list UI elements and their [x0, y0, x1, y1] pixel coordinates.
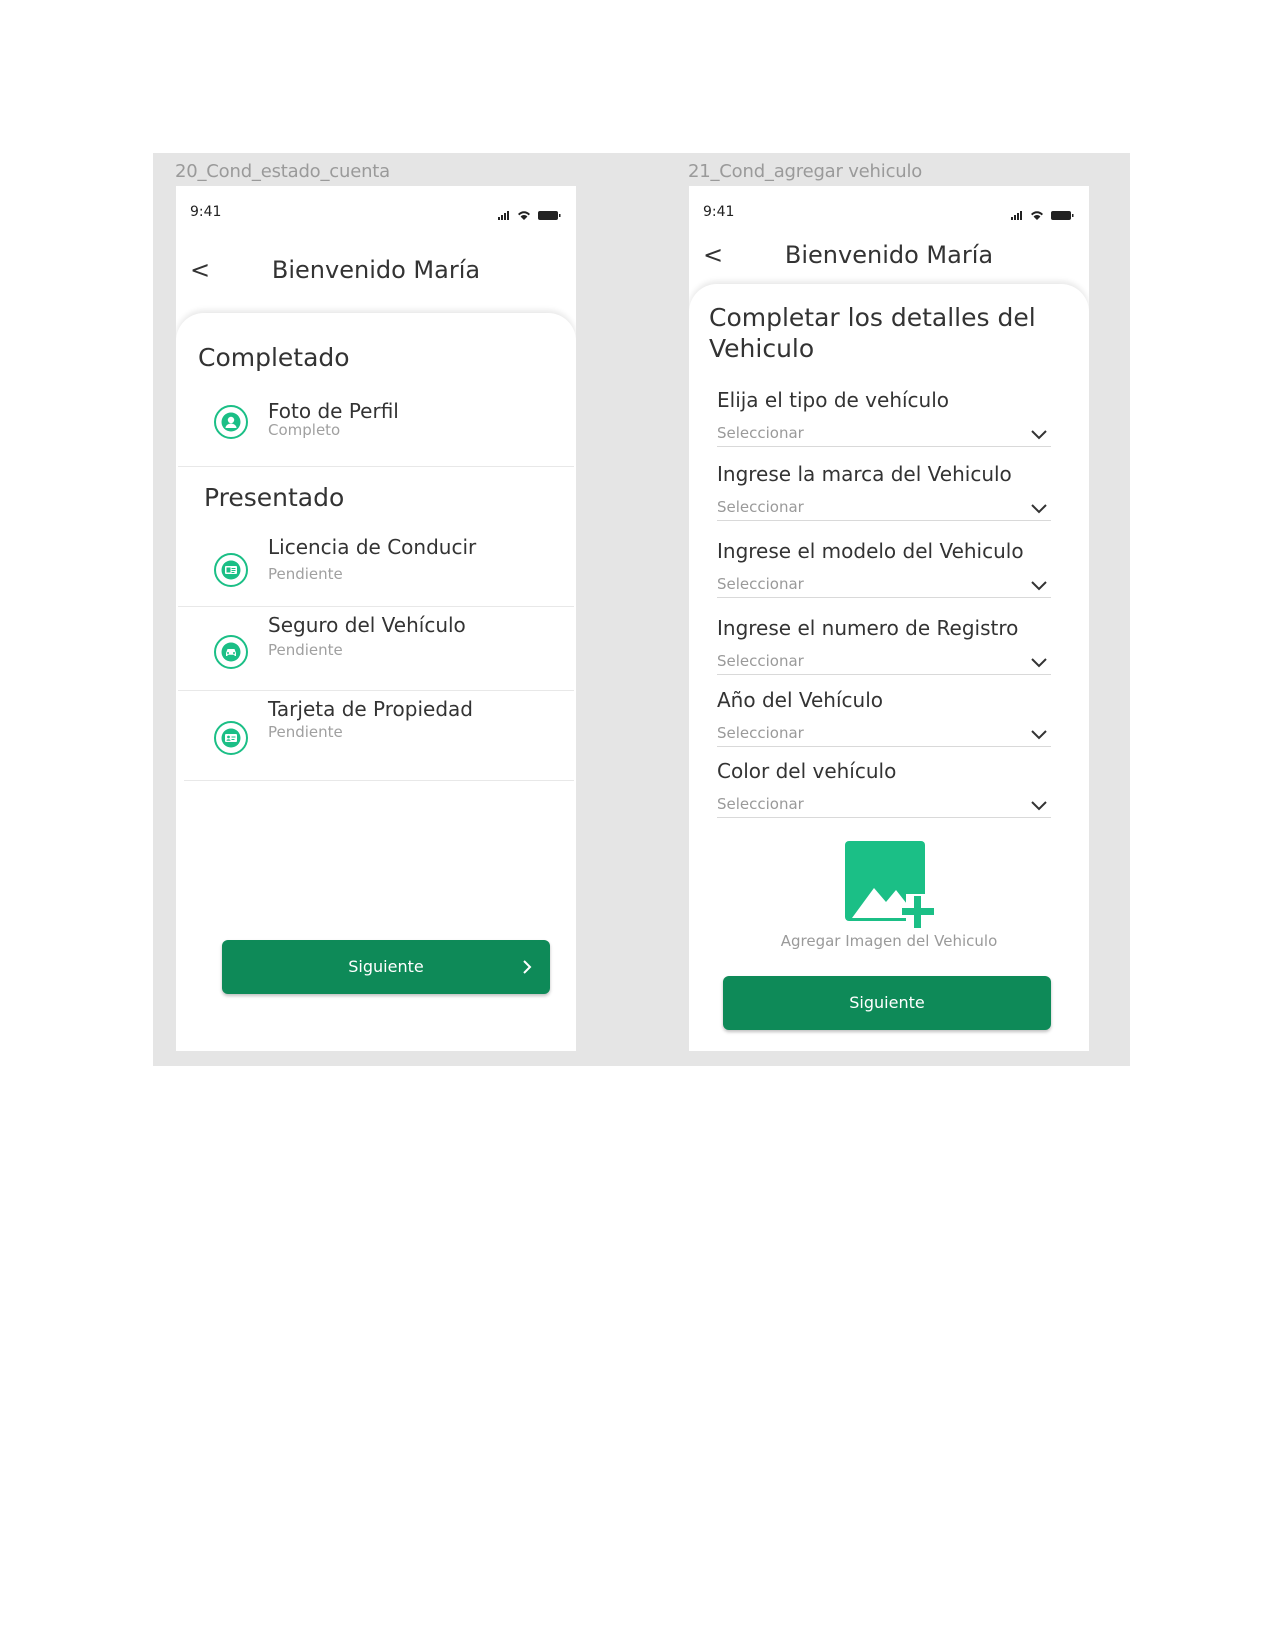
- registration-number-select[interactable]: Ingrese el numero de Registro Selecciona…: [717, 616, 1051, 682]
- field-label: Ingrese la marca del Vehiculo: [717, 462, 1012, 486]
- phone-estado-cuenta: 9:41 < Bienvenido María Completado Foto …: [176, 186, 576, 1051]
- frame-label-estado-cuenta: 20_Cond_estado_cuenta: [175, 161, 390, 182]
- design-canvas: 20_Cond_estado_cuenta 9:41 < Bienvenido …: [153, 153, 1130, 1066]
- next-button[interactable]: Siguiente: [222, 940, 550, 994]
- section-title-presentado: Presentado: [204, 483, 345, 512]
- field-value: Seleccionar: [717, 652, 804, 670]
- section-title-completado: Completado: [198, 343, 350, 372]
- app-header: < Bienvenido María: [689, 241, 1089, 275]
- vehicle-color-select[interactable]: Color del vehículo Seleccionar: [717, 759, 1051, 825]
- next-button-label: Siguiente: [849, 993, 925, 1012]
- sheet-title: Completar los detalles del Vehiculo: [709, 303, 1036, 363]
- doc-row-tarjeta-propiedad[interactable]: Tarjeta de Propiedad Pendiente: [176, 691, 576, 781]
- add-vehicle-image[interactable]: Agregar Imagen del Vehiculo: [689, 840, 1089, 950]
- chevron-right-icon: [523, 960, 532, 974]
- document-status-sheet: Completado Foto de Perfil Completo Prese…: [176, 313, 576, 1051]
- field-underline: [717, 817, 1051, 818]
- field-label: Ingrese el numero de Registro: [717, 616, 1019, 640]
- field-value: Seleccionar: [717, 575, 804, 593]
- page-title: Bienvenido María: [784, 241, 994, 269]
- chevron-down-icon: [1031, 581, 1047, 591]
- doc-status: Pendiente: [268, 723, 343, 741]
- vehicle-model-select[interactable]: Ingrese el modelo del Vehiculo Seleccion…: [717, 539, 1051, 605]
- vehicle-details-sheet: Completar los detalles del Vehiculo Elij…: [689, 284, 1089, 1051]
- next-button-label: Siguiente: [348, 957, 424, 976]
- user-icon: [214, 405, 248, 439]
- next-button[interactable]: Siguiente: [723, 976, 1051, 1030]
- field-underline: [717, 446, 1051, 447]
- signal-wifi-battery-icon: [1011, 211, 1074, 220]
- car-icon: [214, 635, 248, 669]
- doc-title: Seguro del Vehículo: [268, 613, 466, 637]
- field-value: Seleccionar: [717, 795, 804, 813]
- field-label: Elija el tipo de vehículo: [717, 388, 950, 412]
- chevron-down-icon: [1031, 801, 1047, 811]
- doc-status: Pendiente: [268, 565, 343, 583]
- status-time: 9:41: [703, 204, 735, 220]
- doc-title: Foto de Perfil: [268, 399, 399, 423]
- field-value: Seleccionar: [717, 724, 804, 742]
- status-icons: [1009, 206, 1075, 225]
- doc-title: Licencia de Conducir: [268, 535, 477, 559]
- frame-label-agregar-vehiculo: 21_Cond_agregar vehiculo: [688, 161, 923, 182]
- add-image-icon: [845, 841, 934, 928]
- vehicle-year-select[interactable]: Año del Vehículo Seleccionar: [717, 688, 1051, 754]
- field-value: Seleccionar: [717, 498, 804, 516]
- doc-row-seguro[interactable]: Seguro del Vehículo Pendiente: [176, 607, 576, 691]
- chevron-down-icon: [1031, 430, 1047, 440]
- doc-title: Tarjeta de Propiedad: [268, 697, 473, 721]
- property-card-icon: [214, 721, 248, 755]
- field-underline: [717, 674, 1051, 675]
- field-label: Ingrese el modelo del Vehiculo: [717, 539, 1024, 563]
- doc-status: Completo: [268, 421, 341, 439]
- doc-row-foto-perfil[interactable]: Foto de Perfil Completo: [176, 383, 576, 467]
- status-icons: [496, 206, 562, 225]
- field-label: Color del vehículo: [717, 759, 897, 783]
- field-underline: [717, 597, 1051, 598]
- chevron-down-icon: [1031, 730, 1047, 740]
- vehicle-type-select[interactable]: Elija el tipo de vehículo Seleccionar: [717, 388, 1051, 454]
- divider: [184, 780, 574, 781]
- phone-agregar-vehiculo: 9:41 < Bienvenido María Completar los de…: [689, 186, 1089, 1051]
- chevron-down-icon: [1031, 658, 1047, 668]
- status-time: 9:41: [190, 204, 222, 220]
- field-value: Seleccionar: [717, 424, 804, 442]
- field-underline: [717, 746, 1051, 747]
- page-title: Bienvenido María: [271, 256, 481, 284]
- field-label: Año del Vehículo: [717, 688, 883, 712]
- chevron-down-icon: [1031, 504, 1047, 514]
- doc-row-licencia[interactable]: Licencia de Conducir Pendiente: [176, 523, 576, 607]
- app-header: < Bienvenido María: [176, 256, 576, 290]
- field-underline: [717, 520, 1051, 521]
- divider: [178, 466, 574, 467]
- vehicle-brand-select[interactable]: Ingrese la marca del Vehiculo Selecciona…: [717, 462, 1051, 528]
- add-image-label: Agregar Imagen del Vehiculo: [780, 932, 998, 950]
- doc-status: Pendiente: [268, 641, 343, 659]
- signal-wifi-battery-icon: [498, 211, 561, 220]
- id-card-icon: [214, 553, 248, 587]
